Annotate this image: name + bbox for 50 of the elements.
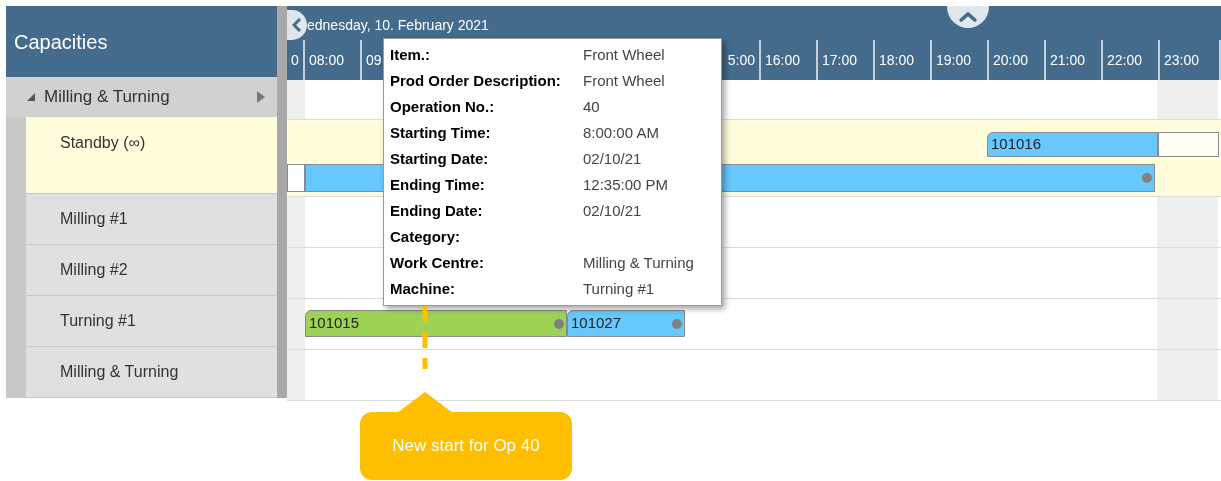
dashed-marker-line — [422, 306, 428, 369]
field-label: Starting Time: — [390, 122, 492, 143]
field-label: Operation No.: — [390, 96, 496, 117]
task-bar[interactable]: 101016 — [987, 132, 1158, 157]
resource-row[interactable]: Standby (∞) — [26, 117, 278, 194]
group-row[interactable]: Milling & Turning — [6, 77, 278, 117]
field-label: Ending Date: — [390, 200, 484, 221]
field-label: Category: — [390, 226, 461, 247]
field-value: Front Wheel — [583, 44, 665, 65]
group-label: Milling & Turning — [44, 86, 171, 109]
callout-text: New start for Op 40 — [392, 435, 540, 458]
hour-cell: 21:00 — [1046, 40, 1103, 80]
resource-label: Milling #2 — [60, 260, 128, 280]
resource-row[interactable]: Turning #1 — [26, 296, 278, 347]
field-label: Starting Date: — [390, 148, 490, 169]
field-value: 02/10/21 — [583, 200, 642, 221]
resource-label: Milling & Turning — [60, 362, 179, 382]
field-label: Work Centre: — [390, 252, 485, 273]
chevron-left-icon[interactable] — [292, 18, 302, 32]
expand-triangle-icon[interactable] — [26, 92, 36, 102]
resource-label: Turning #1 — [60, 311, 136, 331]
hour-cell: 20:00 — [989, 40, 1046, 80]
task-bar[interactable]: 101015 — [305, 310, 567, 337]
field-value: 8:00:00 AM — [583, 122, 659, 143]
field-value: 02/10/21 — [583, 148, 642, 169]
resource-label: Standby (∞) — [60, 133, 146, 153]
task-bar[interactable]: 101027 — [567, 310, 685, 337]
resource-row[interactable]: Milling #2 — [26, 245, 278, 296]
field-label: Item.: — [390, 44, 431, 65]
field-value: Turning #1 — [583, 278, 655, 299]
chevron-up-icon[interactable] — [958, 12, 978, 22]
hour-cell: 16:00 — [761, 40, 818, 80]
field-value: 12:35:00 PM — [583, 174, 669, 195]
task-bar[interactable] — [1158, 132, 1219, 157]
field-label: Ending Time: — [390, 174, 486, 195]
scroll-left-button[interactable] — [287, 10, 307, 40]
hour-cell: 08:00 — [305, 40, 362, 80]
right-arrow-icon[interactable] — [257, 91, 266, 103]
date-label: ednesday, 10. February 2021 — [307, 15, 489, 35]
task-bar[interactable] — [287, 164, 305, 192]
resource-row[interactable]: Milling & Turning — [26, 347, 278, 398]
field-label: Machine: — [390, 278, 456, 299]
field-value: Milling & Turning — [583, 252, 694, 273]
resource-label: Milling #1 — [60, 209, 128, 229]
hour-cell: 18:00 — [875, 40, 932, 80]
resource-row[interactable]: Milling #1 — [26, 194, 278, 245]
hour-cell: 19:00 — [932, 40, 989, 80]
panel-title: Capacities — [14, 29, 108, 55]
hour-cell: 17:00 — [818, 40, 875, 80]
field-value: 40 — [583, 96, 600, 117]
